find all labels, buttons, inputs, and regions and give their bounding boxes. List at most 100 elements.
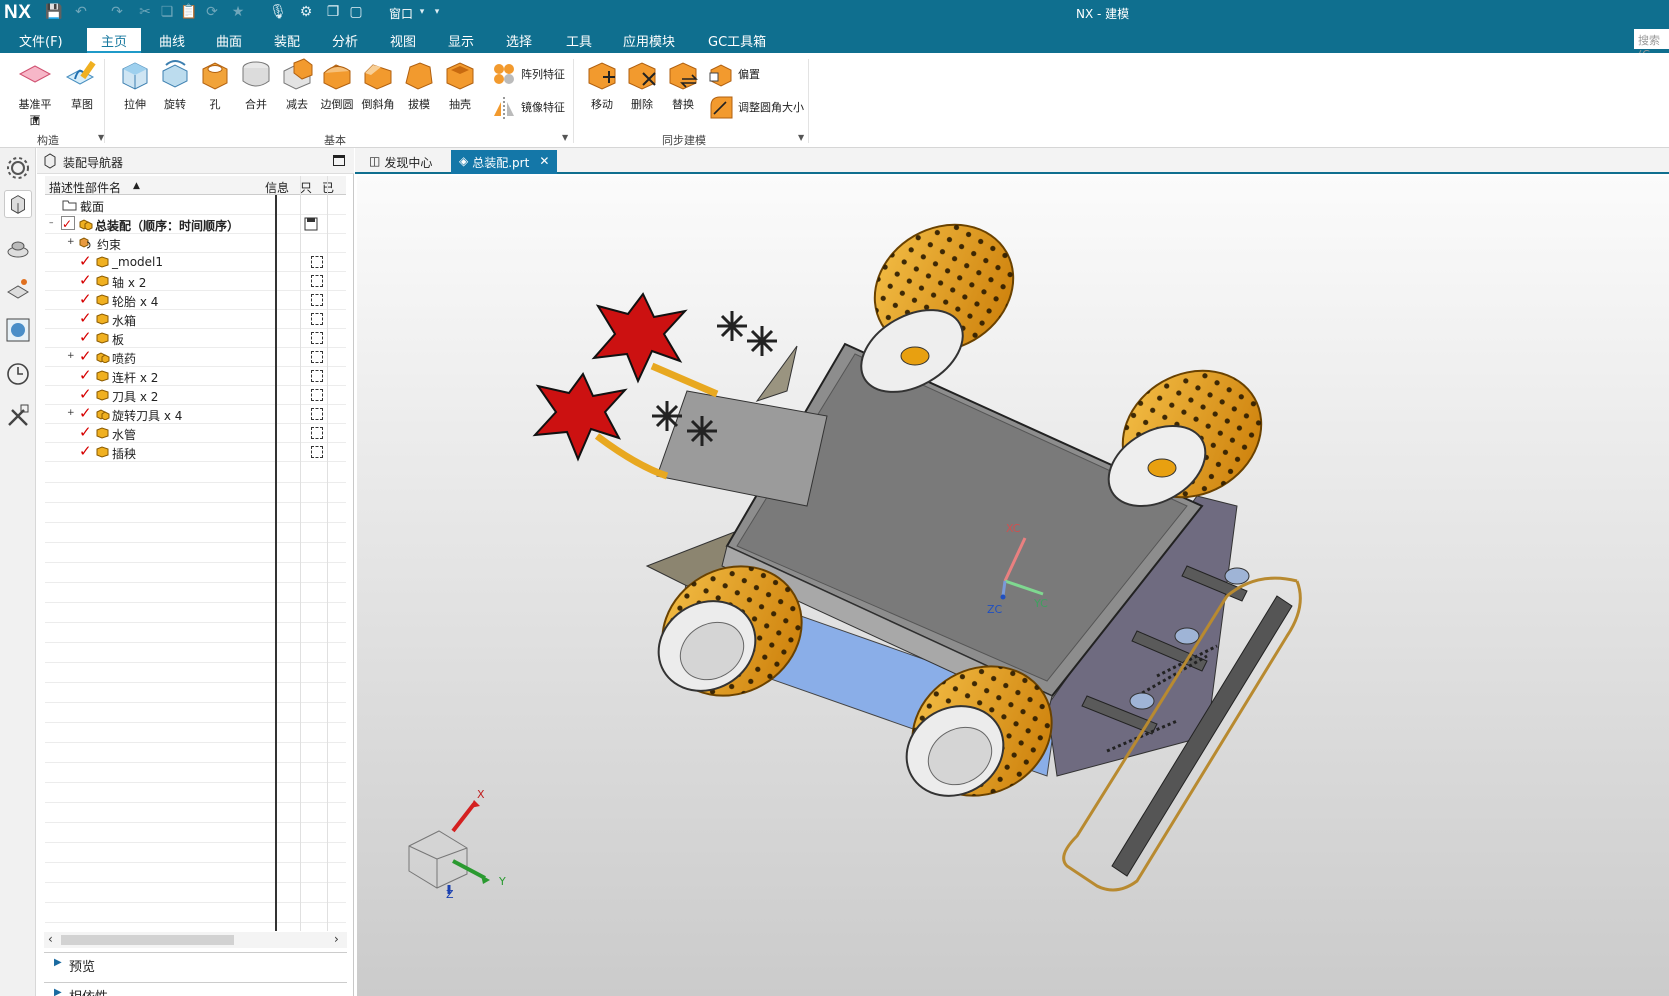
- ribbon: 基准平面 草图 构造 ▼ 拉伸 旋转 孔 合并 减去 边倒圆 倒斜角 拔模 抽壳…: [0, 53, 1669, 148]
- group-sync-dropdown-icon[interactable]: ▼: [798, 133, 804, 142]
- extrude-button[interactable]: 拉伸: [115, 57, 155, 112]
- tree-column-splitter[interactable]: [275, 195, 277, 931]
- visibility-checkbox[interactable]: ✓: [79, 273, 93, 288]
- scroll-left-icon[interactable]: ‹: [48, 932, 53, 946]
- expand-icon[interactable]: +: [67, 352, 75, 361]
- preview-panel-header[interactable]: ▶ 预览: [44, 952, 347, 975]
- visibility-checkbox[interactable]: ✓: [79, 311, 93, 326]
- datum-plane-dropdown-icon[interactable]: ▼: [33, 115, 39, 124]
- tree-label: _model1: [112, 255, 163, 269]
- window-menu[interactable]: 窗口: [389, 5, 413, 22]
- sort-ascending-icon[interactable]: ▲: [133, 181, 140, 191]
- menu-gc-toolkit[interactable]: GC工具箱: [708, 31, 766, 50]
- menu-tools[interactable]: 工具: [566, 31, 592, 50]
- visibility-checkbox[interactable]: ✓: [79, 254, 93, 269]
- close-tab-icon[interactable]: ✕: [539, 154, 549, 174]
- window-icon[interactable]: ▢: [347, 4, 365, 21]
- subassembly-icon: [96, 409, 110, 420]
- constraint-navigator-icon[interactable]: [4, 234, 32, 262]
- column-modified[interactable]: 已: [322, 179, 334, 196]
- assembly-navigator-icon[interactable]: [4, 190, 32, 218]
- visibility-checkbox[interactable]: ✓: [61, 216, 75, 231]
- switch-window-icon[interactable]: ❐: [324, 4, 342, 21]
- readonly-status-icon: [311, 389, 323, 401]
- dependencies-panel-header[interactable]: ▶ 相依性: [44, 982, 347, 996]
- menu-select[interactable]: 选择: [506, 31, 532, 50]
- part-navigator-icon[interactable]: [4, 276, 32, 304]
- search-input[interactable]: 搜索 (C: [1634, 29, 1669, 61]
- revolve-button[interactable]: 旋转: [155, 57, 195, 112]
- history-clock-icon[interactable]: [4, 360, 32, 388]
- navigator-title: 装配导航器: [63, 156, 124, 170]
- save-icon[interactable]: 💾: [45, 4, 63, 21]
- group-basic-dropdown-icon[interactable]: ▼: [562, 133, 568, 142]
- visibility-checkbox[interactable]: ✓: [79, 292, 93, 307]
- visibility-checkbox[interactable]: ✓: [79, 425, 93, 440]
- maximize-panel-icon[interactable]: [333, 155, 345, 166]
- column-readonly[interactable]: 只: [300, 179, 312, 196]
- touch-mode-icon[interactable]: ⚙: [297, 4, 315, 21]
- visibility-checkbox[interactable]: ✓: [79, 330, 93, 345]
- undo-icon[interactable]: ↶: [72, 4, 90, 21]
- graphics-window[interactable]: XC YC ZC X Y Z: [357, 176, 1669, 996]
- scroll-right-icon[interactable]: ›: [334, 932, 339, 946]
- visibility-checkbox[interactable]: ✓: [79, 387, 93, 402]
- chamfer-button[interactable]: 倒斜角: [358, 57, 398, 112]
- sketch-button[interactable]: 草图: [62, 57, 102, 112]
- tab-assembly-prt[interactable]: ◈ 总装配.prt ✕: [451, 150, 558, 174]
- column-info[interactable]: 信息: [265, 179, 289, 196]
- settings-gear-icon[interactable]: [4, 154, 32, 182]
- subtract-button[interactable]: 减去: [277, 57, 317, 112]
- pattern-feature-button[interactable]: 阵列特征: [491, 61, 565, 87]
- paste-icon[interactable]: 📋: [180, 4, 198, 21]
- sketch-label: 草图: [71, 98, 93, 111]
- web-browser-icon[interactable]: [4, 316, 32, 344]
- tab-discovery-center[interactable]: ◫ 发现中心: [361, 150, 440, 174]
- microphone-icon[interactable]: 🎙: [269, 4, 287, 21]
- copy-icon[interactable]: ❏: [158, 4, 176, 21]
- repeat-command-icon[interactable]: ⟳: [203, 4, 221, 21]
- hole-button[interactable]: 孔: [195, 57, 235, 112]
- move-face-button[interactable]: 移动: [582, 57, 622, 112]
- expand-triangle-icon: ▶: [54, 957, 62, 968]
- scrollbar-thumb[interactable]: [61, 935, 234, 945]
- menu-surface[interactable]: 曲面: [216, 31, 242, 50]
- menu-analysis[interactable]: 分析: [332, 31, 358, 50]
- visibility-checkbox[interactable]: ✓: [79, 444, 93, 459]
- save-status-icon: [304, 217, 318, 231]
- unite-button[interactable]: 合并: [236, 57, 276, 112]
- visibility-checkbox[interactable]: ✓: [79, 406, 93, 421]
- delete-face-button[interactable]: 删除: [622, 57, 662, 112]
- visibility-checkbox[interactable]: ✓: [79, 368, 93, 383]
- shell-button[interactable]: 抽壳: [440, 57, 480, 112]
- resize-blend-button[interactable]: 调整圆角大小: [708, 94, 804, 120]
- menu-display[interactable]: 显示: [448, 31, 474, 50]
- favorite-star-icon[interactable]: ★: [229, 4, 247, 21]
- readonly-status-icon: [311, 370, 323, 382]
- edge-blend-button[interactable]: 边倒圆: [317, 57, 357, 112]
- visibility-checkbox[interactable]: ✓: [79, 349, 93, 364]
- view-triad: [408, 800, 490, 894]
- draft-label: 拔模: [408, 98, 430, 111]
- menu-file[interactable]: 文件(F): [19, 31, 63, 50]
- role-tools-icon[interactable]: [4, 402, 32, 430]
- chamfer-label: 倒斜角: [361, 98, 395, 111]
- collapse-icon[interactable]: –: [49, 219, 57, 228]
- customize-toolbar-icon[interactable]: ▾: [428, 4, 446, 21]
- column-part-name[interactable]: 描述性部件名: [49, 179, 121, 196]
- menu-view[interactable]: 视图: [390, 31, 416, 50]
- draft-button[interactable]: 拔模: [399, 57, 439, 112]
- menu-curve[interactable]: 曲线: [159, 31, 185, 50]
- offset-region-button[interactable]: 偏置: [708, 61, 760, 87]
- offset-region-icon: [709, 64, 732, 87]
- cut-icon[interactable]: ✂: [136, 4, 154, 21]
- replace-face-button[interactable]: 替换: [663, 57, 703, 112]
- menu-assembly[interactable]: 装配: [274, 31, 300, 50]
- redo-icon[interactable]: ↷: [108, 4, 126, 21]
- menu-application[interactable]: 应用模块: [623, 31, 675, 50]
- expand-icon[interactable]: +: [67, 238, 75, 247]
- menu-home[interactable]: 主页: [87, 28, 142, 53]
- navigator-horizontal-scrollbar[interactable]: ‹ ›: [44, 932, 347, 948]
- expand-icon[interactable]: +: [67, 409, 75, 418]
- mirror-feature-button[interactable]: 镜像特征: [491, 94, 565, 120]
